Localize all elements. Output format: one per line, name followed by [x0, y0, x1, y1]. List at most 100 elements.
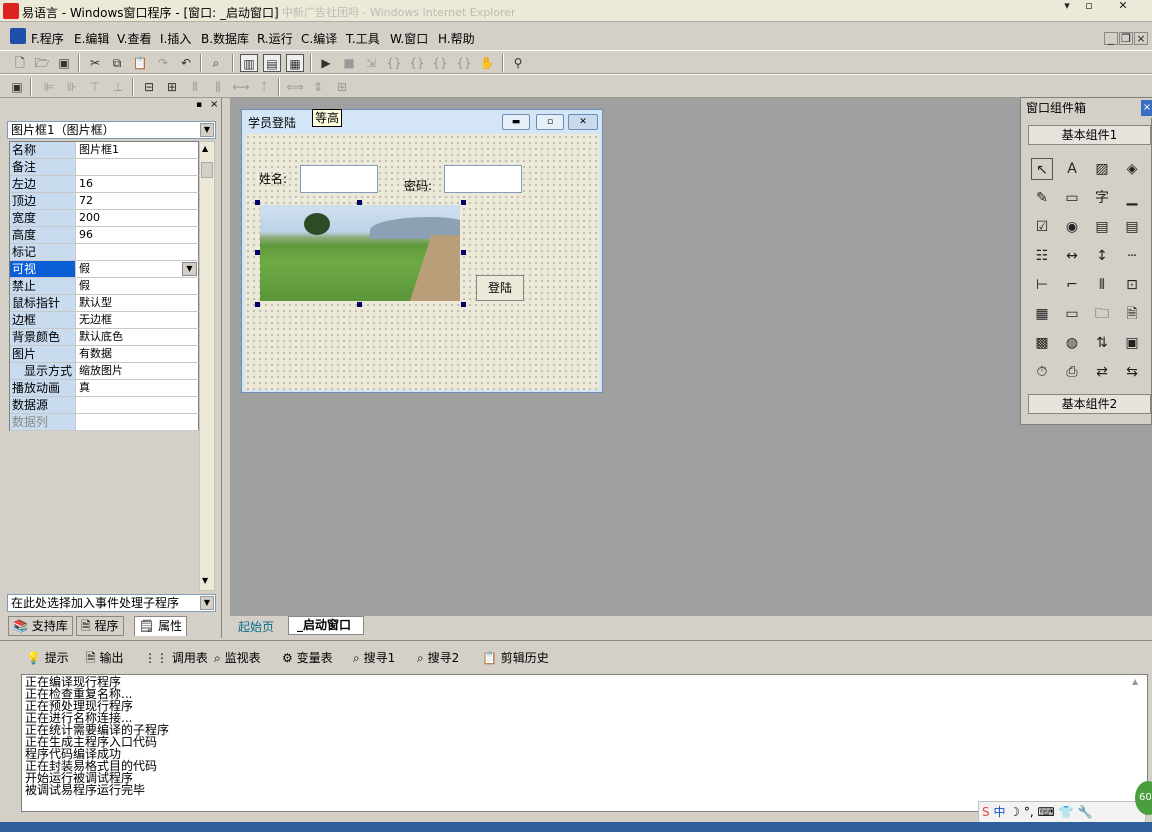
- picture-box-image[interactable]: [260, 205, 460, 301]
- color-picker-icon[interactable]: ▩: [1031, 332, 1053, 354]
- property-value[interactable]: 16: [77, 176, 199, 192]
- tab-watch[interactable]: ⌕ 监视表: [214, 649, 261, 666]
- open-folder-icon[interactable]: 🗁: [33, 54, 51, 72]
- tab-hint[interactable]: 💡 提示: [26, 649, 69, 666]
- resize-handle[interactable]: [255, 200, 260, 205]
- frame-icon[interactable]: ▭: [1061, 187, 1083, 209]
- resize-handle[interactable]: [461, 200, 466, 205]
- textbox-icon[interactable]: ▭: [1061, 303, 1083, 325]
- hand-icon[interactable]: ✋: [478, 54, 496, 72]
- property-row[interactable]: 图片 有数据: [10, 346, 200, 363]
- size-width-icon[interactable]: ⟺: [286, 78, 304, 96]
- name-textbox[interactable]: [300, 165, 378, 193]
- property-value[interactable]: [77, 397, 199, 413]
- property-row[interactable]: 显示方式 缩放图片: [10, 363, 200, 380]
- grid-table-icon[interactable]: ▦: [1031, 303, 1053, 325]
- property-value[interactable]: 96: [77, 227, 199, 243]
- step-out-icon[interactable]: {}: [431, 54, 449, 72]
- property-row[interactable]: 边框 无边框: [10, 312, 200, 329]
- property-row[interactable]: 鼠标指针 默认型: [10, 295, 200, 312]
- listbox-icon[interactable]: ▤: [1121, 216, 1143, 238]
- mdi-restore-button[interactable]: ❐: [1119, 32, 1133, 45]
- shape-icon[interactable]: ◈: [1121, 158, 1143, 180]
- panel-close-icon[interactable]: ×: [210, 99, 218, 110]
- ime-toolbar[interactable]: S 中 ☽ °, ⌨ 👕 🔧: [978, 801, 1146, 823]
- resize-handle[interactable]: [255, 250, 260, 255]
- new-file-icon[interactable]: 🗋: [11, 54, 29, 72]
- menu-insert[interactable]: I.插入: [160, 30, 191, 47]
- align-left-icon[interactable]: ⊫: [40, 78, 58, 96]
- edit-box-icon[interactable]: ✎: [1031, 187, 1053, 209]
- center-horizontal-icon[interactable]: ⊟: [140, 78, 158, 96]
- timer-icon[interactable]: ⏱: [1031, 361, 1053, 383]
- binoculars-icon[interactable]: ⚲: [509, 54, 527, 72]
- grid-icon[interactable]: ⊞: [333, 78, 351, 96]
- paste-icon[interactable]: 📋: [131, 54, 149, 72]
- resize-handle[interactable]: [255, 302, 260, 307]
- property-row[interactable]: 禁止假: [10, 278, 200, 295]
- tab-program[interactable]: 🗎 程序: [76, 616, 124, 636]
- property-row[interactable]: 标记: [10, 244, 200, 261]
- property-row-selected[interactable]: 可视假 ▼: [10, 261, 200, 278]
- property-value[interactable]: 默认型: [77, 295, 199, 311]
- corner-icon[interactable]: ⌐: [1061, 274, 1083, 296]
- same-width-icon[interactable]: ⫼: [209, 78, 227, 96]
- chevron-down-icon[interactable]: ▼: [200, 123, 214, 137]
- property-row[interactable]: 宽度 200: [10, 210, 200, 227]
- vscroll-icon[interactable]: ↕: [1091, 245, 1113, 267]
- property-row[interactable]: 背景颜色 默认底色: [10, 329, 200, 346]
- image-icon[interactable]: ▨: [1091, 158, 1113, 180]
- run-to-cursor-icon[interactable]: {}: [455, 54, 473, 72]
- restore-button[interactable]: ▫: [1078, 0, 1100, 14]
- app-menu-icon[interactable]: [10, 28, 26, 44]
- skin-icon[interactable]: 👕: [1059, 805, 1074, 819]
- picture-frame-icon[interactable]: ⊡: [1121, 274, 1143, 296]
- stop-icon[interactable]: ■: [340, 54, 358, 72]
- close-button[interactable]: ✕: [1112, 0, 1134, 14]
- tab-properties[interactable]: 🗒 属性: [134, 616, 188, 636]
- space-horizontal-icon[interactable]: ⟷: [232, 78, 250, 96]
- tab-startup-window[interactable]: _启动窗口: [288, 616, 364, 635]
- property-row[interactable]: 顶边 72: [10, 193, 200, 210]
- tab-search2[interactable]: ⌕ 搜寻2: [417, 649, 459, 666]
- property-value[interactable]: 真: [77, 380, 199, 396]
- copy-icon[interactable]: ⧉: [108, 54, 126, 72]
- globe-icon[interactable]: ◍: [1061, 332, 1083, 354]
- layout-1-icon[interactable]: ▥: [240, 54, 258, 72]
- keyboard-icon[interactable]: ⌨: [1038, 805, 1055, 819]
- property-value[interactable]: [77, 244, 199, 260]
- ruler-icon[interactable]: ┄: [1121, 245, 1143, 267]
- ime-mode[interactable]: 中: [993, 805, 1005, 819]
- resize-handle[interactable]: [357, 200, 362, 205]
- pointer-icon[interactable]: ↖: [1031, 158, 1053, 180]
- button-icon[interactable]: ▁: [1121, 187, 1143, 209]
- scroll-thumb[interactable]: [201, 162, 213, 178]
- redo-icon[interactable]: ↷: [154, 54, 172, 72]
- taskbar[interactable]: [0, 822, 1152, 832]
- punctuation-icon[interactable]: °,: [1024, 805, 1034, 819]
- same-height-icon[interactable]: ⫴: [186, 78, 204, 96]
- folder-dir-icon[interactable]: 🗀: [1091, 303, 1113, 325]
- tab-call-stack[interactable]: ⋮⋮ 调用表: [144, 649, 208, 666]
- property-value[interactable]: 图片框1: [77, 142, 199, 158]
- property-row[interactable]: 高度 96: [10, 227, 200, 244]
- property-value[interactable]: [77, 414, 199, 430]
- spin-icon[interactable]: ⇅: [1091, 332, 1113, 354]
- network-client-icon[interactable]: ⇄: [1091, 361, 1113, 383]
- form-icon[interactable]: ▣: [8, 78, 26, 96]
- scroll-down-icon[interactable]: ▼: [202, 576, 208, 585]
- tab-support-library[interactable]: 📚 支持库: [8, 616, 73, 636]
- moon-icon[interactable]: ☽: [1009, 805, 1020, 819]
- minimize-button[interactable]: ▾: [1056, 0, 1078, 14]
- calendar-icon[interactable]: ▣: [1121, 332, 1143, 354]
- tab-clip-history[interactable]: 📋 剪辑历史: [482, 649, 549, 666]
- chevron-down-icon[interactable]: ▼: [200, 596, 214, 610]
- property-row[interactable]: 数据源: [10, 397, 200, 414]
- basic-components-1-button[interactable]: 基本组件1: [1028, 125, 1151, 145]
- menu-program[interactable]: F.程序: [31, 30, 64, 47]
- label-icon[interactable]: A: [1061, 158, 1083, 180]
- find-icon[interactable]: ⌕: [207, 54, 225, 72]
- tab-search1[interactable]: ⌕ 搜寻1: [353, 649, 395, 666]
- form-maximize-button[interactable]: ▫: [536, 114, 564, 130]
- toolbox-close-icon[interactable]: ×: [1141, 100, 1152, 116]
